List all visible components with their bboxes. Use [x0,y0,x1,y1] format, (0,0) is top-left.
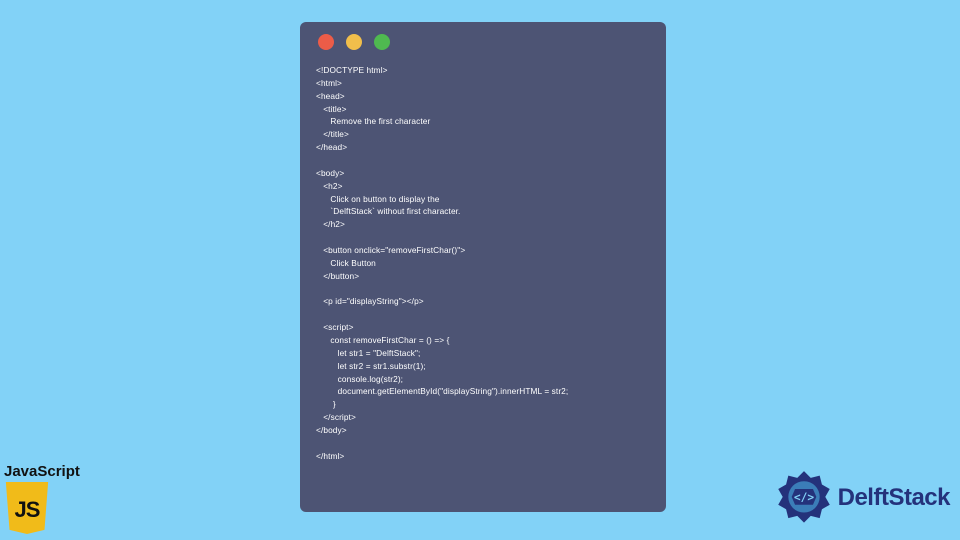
minimize-icon [346,34,362,50]
javascript-icon-text: JS [15,497,40,523]
svg-text:</>: </> [794,491,814,504]
javascript-badge: JavaScript JS [4,463,94,534]
window-controls [318,34,650,50]
maximize-icon [374,34,390,50]
delftstack-badge: </> DelftStack [776,470,950,526]
close-icon [318,34,334,50]
javascript-label: JavaScript [4,463,94,480]
javascript-shield-icon: JS [4,482,50,534]
code-window: <!DOCTYPE html> <html> <head> <title> Re… [300,22,666,512]
code-block: <!DOCTYPE html> <html> <head> <title> Re… [316,64,650,463]
delftstack-logo-icon: </> [776,470,832,526]
delftstack-text: DelftStack [838,484,950,512]
